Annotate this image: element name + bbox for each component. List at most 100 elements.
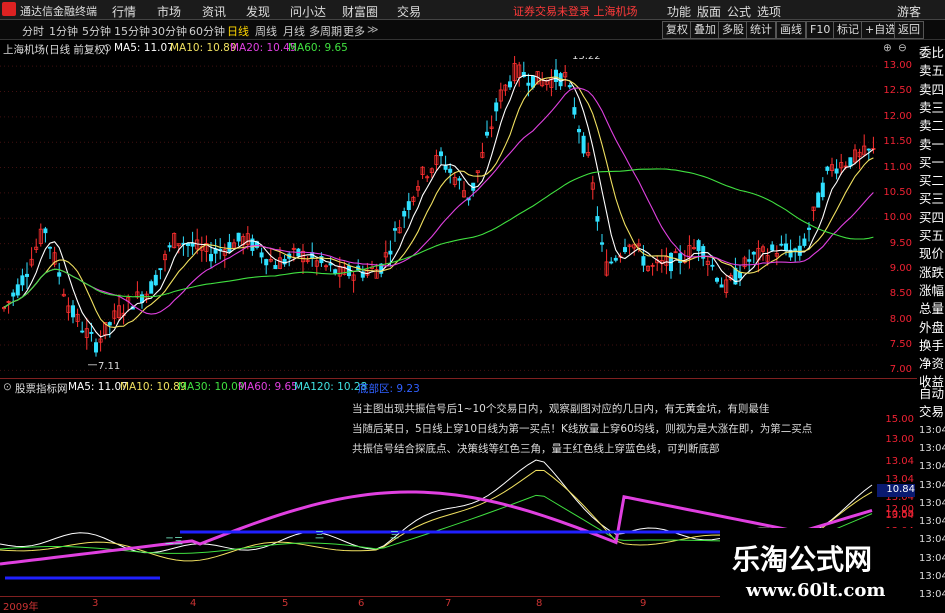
sidebar-item[interactable]: 卖一 bbox=[919, 137, 944, 152]
period-15min[interactable]: 15分钟 bbox=[114, 23, 150, 39]
price-axis: 13.00 12.50 12.00 11.50 11.00 10.50 10.00 9.50 9… bbox=[877, 56, 915, 378]
candle-body bbox=[153, 274, 158, 286]
price-tick: 7.00 bbox=[889, 364, 912, 376]
sidebar-item[interactable]: 13:04 bbox=[919, 587, 945, 602]
stats-button[interactable]: 统计 bbox=[746, 21, 776, 39]
candle-body bbox=[11, 292, 16, 297]
sidebar-item[interactable]: 13:04 bbox=[919, 551, 945, 566]
sidebar-item[interactable]: 13:04 bbox=[919, 423, 945, 438]
multi-stock-button[interactable]: 多股 bbox=[718, 21, 748, 39]
date-tick: 2009年 bbox=[3, 602, 39, 613]
indicator-tick: 15.00 bbox=[885, 414, 914, 425]
note-line-2: 当随后某日，5日线上穿10日线为第一买点！K线放量上穿60均线，则视为是大涨在即… bbox=[352, 423, 813, 435]
sidebar-item[interactable]: 13:04 bbox=[919, 496, 945, 511]
sidebar-item[interactable]: 13:04 bbox=[919, 514, 945, 529]
menu-news[interactable]: 资讯 bbox=[202, 3, 226, 20]
sidebar-item[interactable]: 涨跌 bbox=[919, 265, 944, 280]
menu-options[interactable]: 选项 bbox=[757, 3, 781, 20]
sidebar-item[interactable]: 委比 bbox=[919, 45, 944, 60]
period-multi[interactable]: 多周期 bbox=[309, 23, 342, 39]
sidebar-item[interactable]: 13:04 bbox=[919, 532, 945, 547]
candle-body bbox=[333, 269, 338, 275]
menu-function[interactable]: 功能 bbox=[667, 3, 691, 20]
menu-discover[interactable]: 发现 bbox=[246, 3, 270, 20]
signal-label: 三 bbox=[390, 531, 399, 541]
login-notice[interactable]: 证券交易未登录 上海机场 bbox=[513, 3, 638, 19]
menu-quotes[interactable]: 行情 bbox=[112, 3, 136, 20]
candle-body bbox=[494, 102, 499, 112]
sidebar-item[interactable]: 买二 bbox=[919, 173, 944, 188]
menu-formula[interactable]: 公式 bbox=[727, 3, 751, 20]
price-tick: 8.50 bbox=[889, 288, 912, 300]
candle-body bbox=[406, 201, 411, 210]
candle-body bbox=[227, 242, 232, 252]
period-daily[interactable]: 日线 bbox=[227, 23, 249, 39]
ma20-label: MA20: 10.45 bbox=[230, 42, 297, 54]
menu-trade[interactable]: 交易 bbox=[397, 3, 421, 20]
period-60min[interactable]: 60分钟 bbox=[189, 23, 225, 39]
period-tick[interactable]: 分时 bbox=[22, 23, 44, 39]
sidebar-item[interactable]: 买一 bbox=[919, 155, 944, 170]
zoom-in-icon[interactable]: ⊕ bbox=[883, 42, 892, 54]
f10-button[interactable]: F10 bbox=[806, 21, 835, 39]
sidebar-item[interactable]: 自动 bbox=[919, 386, 944, 401]
candle-body bbox=[388, 250, 393, 255]
sidebar-item[interactable]: 买四 bbox=[919, 210, 944, 225]
sidebar-item[interactable]: 净资 bbox=[919, 356, 944, 371]
watermark: 乐淘公式网 www.60lt.com bbox=[720, 528, 917, 609]
kline-chart[interactable]: 13.22 7.11 bbox=[0, 56, 915, 378]
period-weekly[interactable]: 周线 bbox=[255, 23, 277, 39]
period-more[interactable]: 更多 bbox=[343, 23, 365, 39]
menu-ask[interactable]: 问小达 bbox=[290, 3, 326, 20]
sidebar-item[interactable]: 卖五 bbox=[919, 63, 944, 78]
mark-button[interactable]: 标记 bbox=[833, 21, 863, 39]
sidebar-item[interactable]: 外盘 bbox=[919, 320, 944, 335]
sidebar-item[interactable]: 13:04 bbox=[919, 478, 945, 493]
adjust-button[interactable]: 复权 bbox=[662, 21, 692, 39]
sidebar-item[interactable]: 卖四 bbox=[919, 82, 944, 97]
sidebar-item[interactable]: 卖二 bbox=[919, 118, 944, 133]
period-monthly[interactable]: 月线 bbox=[283, 23, 305, 39]
candle-body bbox=[784, 243, 789, 251]
candle-body bbox=[820, 182, 825, 198]
menu-layout[interactable]: 版面 bbox=[697, 3, 721, 20]
overlay-button[interactable]: 叠加 bbox=[690, 21, 720, 39]
period-30min[interactable]: 30分钟 bbox=[151, 23, 187, 39]
zoom-out-icon[interactable]: ⊖ bbox=[898, 42, 907, 54]
candle-body bbox=[710, 264, 715, 267]
stock-label: 上海机场(日线 前复权) bbox=[3, 44, 110, 56]
period-1min[interactable]: 1分钟 bbox=[49, 23, 78, 39]
sidebar-item[interactable]: 13:04 bbox=[919, 441, 945, 456]
candle-body bbox=[80, 330, 85, 333]
sidebar-item[interactable]: 13:04 bbox=[919, 569, 945, 584]
period-5min[interactable]: 5分钟 bbox=[82, 23, 111, 39]
sidebar-item[interactable]: 涨幅 bbox=[919, 283, 944, 298]
sidebar-item[interactable]: 买三 bbox=[919, 191, 944, 206]
sidebar-item[interactable]: 现价 bbox=[919, 246, 944, 261]
guest-label[interactable]: 游客 bbox=[897, 3, 921, 20]
draw-button[interactable]: 画线 bbox=[776, 21, 806, 39]
current-value-badge: 10.84 bbox=[877, 484, 915, 497]
indicator-settings-icon[interactable]: ⊙ bbox=[3, 381, 12, 393]
date-tick: 8 bbox=[536, 598, 543, 609]
sidebar-item[interactable]: 13:04 bbox=[919, 459, 945, 474]
candle-body bbox=[751, 251, 756, 255]
signal-label: 二三 bbox=[165, 537, 183, 547]
more-chevron-icon[interactable]: ≫ bbox=[367, 23, 379, 36]
sidebar-item[interactable]: 总量 bbox=[919, 301, 944, 316]
ma60-label: MA60: 9.65 bbox=[288, 42, 348, 54]
sidebar-item[interactable]: 买五 bbox=[919, 228, 944, 243]
sidebar-item[interactable]: 交易 bbox=[919, 404, 944, 419]
indicator-notes: 当主图出现共振信号后1~10个交易日内，观察副图对应的几日内，有无黄金坑，有则最… bbox=[352, 399, 812, 459]
menu-wealth[interactable]: 财富圈 bbox=[342, 3, 378, 20]
candle-body bbox=[696, 240, 701, 252]
sidebar-item[interactable]: 换手 bbox=[919, 338, 944, 353]
candle-body bbox=[346, 265, 351, 277]
sidebar-item[interactable]: 卖三 bbox=[919, 100, 944, 115]
candle-body bbox=[392, 228, 397, 231]
gear-icon[interactable]: ⊙ bbox=[103, 42, 112, 54]
back-button[interactable]: 返回 bbox=[894, 21, 924, 39]
menu-market[interactable]: 市场 bbox=[157, 3, 181, 20]
candle-body bbox=[747, 259, 752, 262]
candle-body bbox=[190, 242, 195, 247]
